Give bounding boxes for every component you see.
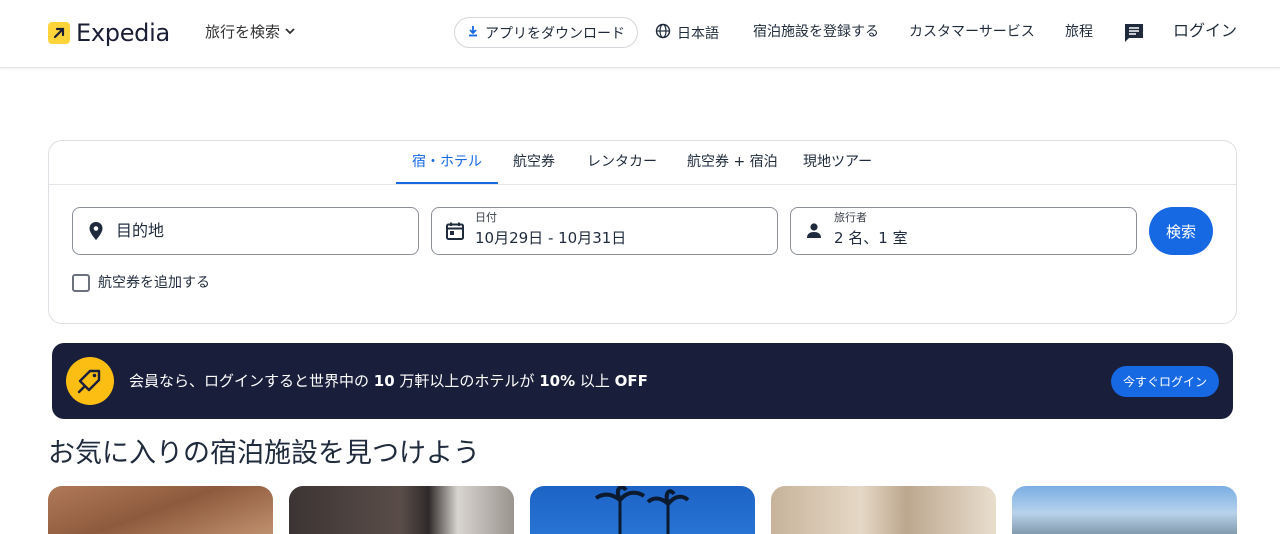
person-icon [803, 220, 825, 242]
logo-text: Expedia [76, 19, 170, 47]
language-label: 日本語 [677, 25, 719, 42]
location-pin-icon [85, 220, 107, 242]
property-card-image[interactable] [530, 486, 755, 534]
app-download-label: アプリをダウンロード [485, 25, 625, 42]
destination-placeholder: 目的地 [116, 221, 165, 240]
tab-flights[interactable]: 航空券 [513, 153, 555, 171]
calendar-icon [444, 220, 466, 242]
add-flight-checkbox[interactable] [72, 274, 90, 292]
download-icon [467, 25, 479, 41]
logo-arrow-icon [48, 22, 70, 44]
login-link[interactable]: ログイン [1173, 21, 1237, 41]
promo-message: 会員なら、ログインすると世界中の 10 万軒以上のホテルが 10% 以上 OFF [129, 372, 648, 390]
property-card-image[interactable] [48, 486, 273, 534]
add-flight-label: 航空券を追加する [98, 275, 210, 291]
language-selector[interactable]: 日本語 [655, 23, 719, 44]
messages-icon[interactable] [1123, 22, 1145, 48]
search-tabs: 宿・ホテル 航空券 レンタカー 航空券 + 宿泊 現地ツアー [49, 141, 1236, 185]
search-panel: 宿・ホテル 航空券 レンタカー 航空券 + 宿泊 現地ツアー 目的地 日付 10… [48, 140, 1237, 324]
tab-stays[interactable]: 宿・ホテル [412, 153, 482, 171]
app-download-button[interactable]: アプリをダウンロード [454, 17, 638, 48]
property-cards [48, 486, 1237, 534]
list-property-link[interactable]: 宿泊施設を登録する [753, 23, 879, 41]
member-promo-banner: 会員なら、ログインすると世界中の 10 万軒以上のホテルが 10% 以上 OFF… [52, 343, 1233, 419]
property-card-image[interactable] [771, 486, 996, 534]
globe-icon [655, 23, 671, 44]
property-card-image[interactable] [289, 486, 514, 534]
trips-link[interactable]: 旅程 [1065, 23, 1093, 41]
palm-tree-silhouette [594, 486, 690, 534]
travelers-label: 旅行者 [834, 211, 867, 224]
tab-activities[interactable]: 現地ツアー [803, 153, 872, 171]
price-tag-icon [66, 357, 114, 405]
property-card-image[interactable] [1012, 486, 1237, 534]
section-title: お気に入りの宿泊施設を見つけよう [48, 438, 480, 469]
date-field[interactable]: 日付 10月29日 - 10月31日 [431, 207, 778, 255]
travelers-value: 2 名、1 室 [834, 229, 908, 247]
promo-login-button[interactable]: 今すぐログイン [1111, 366, 1220, 397]
search-button[interactable]: 検索 [1149, 207, 1213, 255]
trip-search-menu[interactable]: 旅行を検索 [205, 22, 296, 42]
destination-field[interactable]: 目的地 [72, 207, 419, 255]
trip-search-label: 旅行を検索 [205, 23, 281, 41]
tab-cars[interactable]: レンタカー [587, 153, 657, 171]
travelers-field[interactable]: 旅行者 2 名、1 室 [790, 207, 1137, 255]
chevron-down-icon [284, 22, 296, 42]
site-header: Expedia 旅行を検索 アプリをダウンロード 日本語 宿泊施設を登録する カ… [0, 0, 1280, 68]
date-label: 日付 [475, 211, 497, 224]
date-value: 10月29日 - 10月31日 [475, 229, 627, 247]
tab-packages[interactable]: 航空券 + 宿泊 [687, 153, 778, 171]
customer-service-link[interactable]: カスタマーサービス [909, 23, 1035, 41]
add-flight-option[interactable]: 航空券を追加する [72, 274, 210, 292]
expedia-logo[interactable]: Expedia [48, 19, 170, 47]
active-tab-indicator [396, 182, 498, 184]
